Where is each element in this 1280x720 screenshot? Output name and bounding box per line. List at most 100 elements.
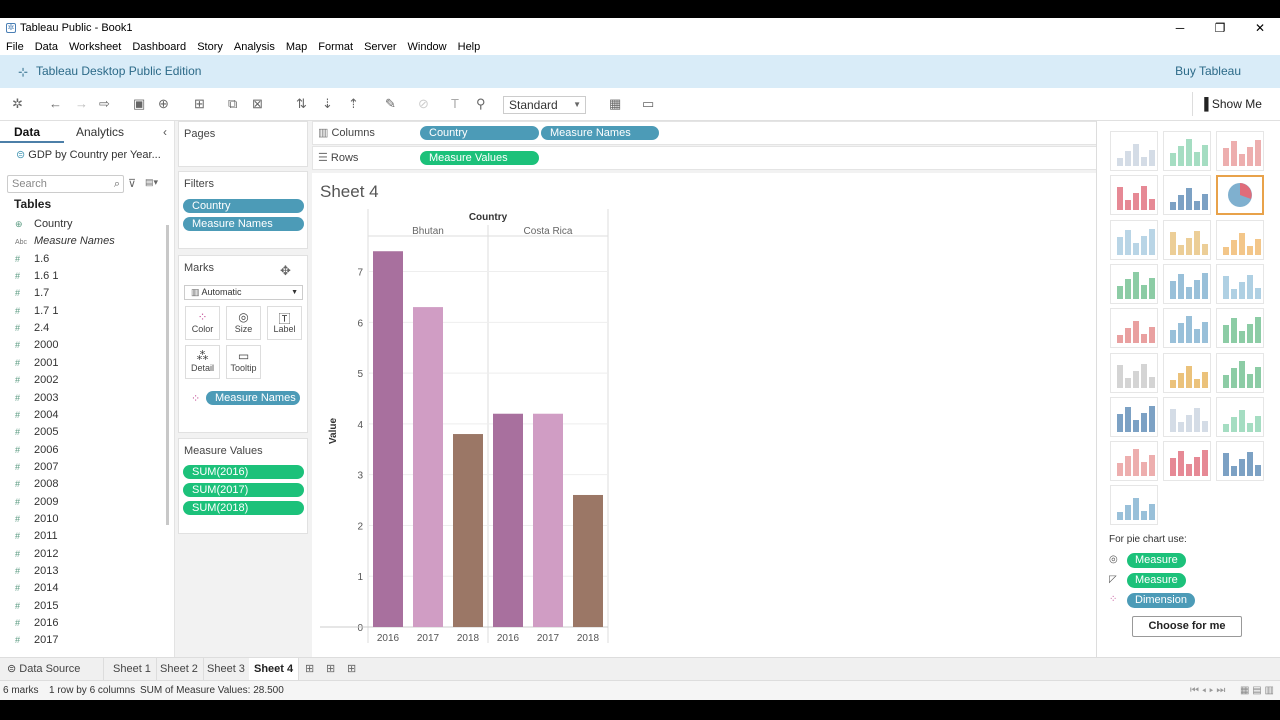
chart-type-treemap[interactable]	[1110, 263, 1158, 304]
filter-pill-measure-names[interactable]: Measure Names	[183, 217, 304, 231]
choose-for-me-button[interactable]: Choose for me	[1132, 616, 1242, 637]
field-item[interactable]: #2012	[15, 546, 58, 563]
highlight-icon[interactable]: ✎	[385, 97, 396, 111]
menu-help[interactable]: Help	[452, 41, 486, 53]
view-toggle-icons[interactable]: ▦ ▤ ▥	[1240, 681, 1274, 700]
field-item[interactable]: #2017	[15, 632, 58, 649]
detail-button[interactable]: ⁂ Detail	[185, 345, 220, 379]
menu-data[interactable]: Data	[29, 41, 63, 53]
search-input[interactable]: Search ⌕	[7, 175, 124, 193]
measure-pill-2017[interactable]: SUM(2017)	[183, 483, 304, 497]
undo-icon[interactable]: ←	[49, 97, 62, 111]
chart-type-line-continuous[interactable]	[1110, 308, 1158, 349]
new-worksheet-icon[interactable]: ⊞	[300, 658, 319, 680]
chart-type-packed-bubbles[interactable]	[1216, 441, 1264, 482]
chart-type-filled-map[interactable]	[1163, 175, 1211, 216]
menu-file[interactable]: File	[0, 41, 29, 53]
filter-pill-country[interactable]: Country	[183, 199, 304, 213]
chart-type-horizontal-bars[interactable]	[1110, 219, 1158, 260]
chart-type-sankey[interactable]	[1110, 485, 1158, 526]
new-worksheet-icon[interactable]: ⊞	[194, 97, 205, 111]
chart-type-dual-lines[interactable]	[1216, 308, 1264, 349]
menu-window[interactable]: Window	[402, 41, 452, 53]
field-item[interactable]: #2013	[15, 563, 58, 580]
minimize-button[interactable]: ─	[1160, 18, 1200, 38]
label-button[interactable]: 🅃 Label	[267, 306, 302, 340]
chart-type-area-continuous[interactable]	[1110, 352, 1158, 393]
sort-ascending-icon[interactable]: ⇣	[322, 97, 333, 111]
redo-icon[interactable]: →	[75, 97, 88, 111]
menu-format[interactable]: Format	[312, 41, 358, 53]
labels-icon[interactable]: T	[451, 97, 459, 111]
chart-type-text-table[interactable]	[1110, 131, 1158, 171]
field-item[interactable]: #1.6	[15, 251, 49, 268]
close-button[interactable]: ✕	[1240, 18, 1280, 38]
tab-analytics[interactable]: Analytics	[76, 125, 124, 139]
show-me-button[interactable]: ▐ Show Me	[1192, 92, 1268, 116]
field-item[interactable]: #2014	[15, 580, 58, 597]
datasource-name[interactable]: ⊜ GDP by Country per Year...	[16, 148, 161, 161]
group-icon[interactable]: ⊘	[418, 97, 429, 111]
chart-type-bullet-graph[interactable]	[1163, 441, 1211, 482]
chart-type-stacked-bars[interactable]	[1163, 219, 1211, 260]
row-pill-measure-values[interactable]: Measure Values	[420, 151, 539, 165]
save-icon[interactable]: ▣	[133, 97, 145, 111]
field-item[interactable]: #2010	[15, 511, 58, 528]
field-item[interactable]: #2011	[15, 528, 58, 545]
chart-type-histogram[interactable]	[1163, 396, 1211, 437]
filters-card[interactable]: Filters Country Measure Names	[178, 171, 308, 249]
field-item[interactable]: ⊕ Country	[15, 216, 73, 233]
tab-data-source[interactable]: ⊜ Data Source	[2, 658, 104, 680]
device-preview-icon[interactable]: ▭	[642, 97, 654, 111]
field-item[interactable]: #2009	[15, 494, 58, 511]
menu-story[interactable]: Story	[191, 41, 228, 53]
new-dashboard-icon[interactable]: ⊞	[321, 658, 340, 680]
chart-type-dual-combination[interactable]	[1216, 352, 1264, 393]
field-item[interactable]: #1.6 1	[15, 268, 58, 285]
chart-type-circle-views[interactable]	[1163, 263, 1211, 304]
column-pill-country[interactable]: Country	[420, 126, 539, 140]
tableau-icon[interactable]: ✲	[12, 97, 23, 111]
tab-data[interactable]: Data	[14, 125, 40, 139]
tab-sheet-2[interactable]: Sheet 2	[155, 658, 204, 680]
menu-map[interactable]: Map	[280, 41, 312, 53]
field-item[interactable]: #2005	[15, 424, 58, 441]
tooltip-button[interactable]: ▭ Tooltip	[226, 345, 261, 379]
field-item[interactable]: #2007	[15, 459, 58, 476]
pages-card[interactable]: Pages	[178, 121, 308, 167]
move-icon[interactable]: ✥	[280, 263, 291, 279]
menu-dashboard[interactable]: Dashboard	[126, 41, 191, 53]
replay-icon[interactable]: ⇨	[99, 97, 110, 111]
color-button[interactable]: ⁘ Color	[185, 306, 220, 340]
pin-icon[interactable]: ⚲	[476, 97, 486, 111]
chart-type-highlight-table[interactable]	[1216, 131, 1264, 171]
field-item[interactable]: #2004	[15, 407, 58, 424]
field-item[interactable]: #2015	[15, 598, 58, 615]
scrollbar[interactable]	[166, 225, 169, 525]
sort-descending-icon[interactable]: ⇡	[348, 97, 359, 111]
marks-pill-measure-names[interactable]: Measure Names	[206, 391, 300, 405]
size-button[interactable]: ◎ Size	[226, 306, 261, 340]
filter-icon[interactable]: ⊽	[128, 177, 136, 190]
chart-type-symbol-map[interactable]	[1110, 175, 1158, 216]
view-options-icon[interactable]: ▤▾	[145, 177, 158, 188]
field-item[interactable]: #1.7	[15, 285, 49, 302]
fit-select[interactable]: Standard ▼	[503, 96, 586, 114]
columns-shelf[interactable]: ▥ Columns Country Measure Names	[312, 121, 1098, 145]
rows-shelf[interactable]: ☰ Rows Measure Values	[312, 146, 1098, 170]
new-story-icon[interactable]: ⊞	[342, 658, 361, 680]
chart-type-area-discrete[interactable]	[1163, 352, 1211, 393]
chart-type-scatter-plot[interactable]	[1110, 396, 1158, 437]
field-item[interactable]: #2016	[15, 615, 58, 632]
menu-analysis[interactable]: Analysis	[228, 41, 280, 53]
field-item[interactable]: Abc Measure Names	[15, 233, 115, 250]
chart-type-gantt-chart[interactable]	[1110, 441, 1158, 482]
field-item[interactable]: #2008	[15, 476, 58, 493]
chart-type-pie-chart[interactable]	[1216, 175, 1264, 216]
field-item[interactable]: #2001	[15, 355, 58, 372]
swap-icon[interactable]: ⇅	[296, 97, 307, 111]
chart-type-side-by-side-bars[interactable]	[1216, 219, 1264, 260]
buy-tableau-link[interactable]: Buy Tableau	[1175, 64, 1241, 78]
clear-sheet-icon[interactable]: ⊠	[252, 97, 263, 111]
chart-type-box-and-whisker[interactable]	[1216, 396, 1264, 437]
